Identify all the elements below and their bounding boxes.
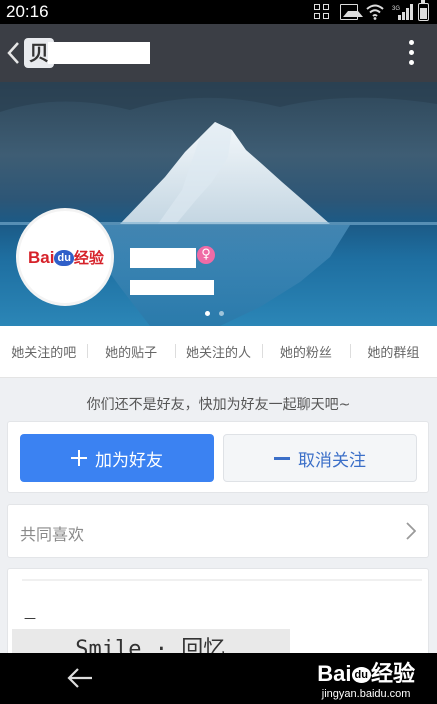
tab-followed-bars[interactable]: 她关注的吧 xyxy=(0,342,87,361)
signal-icon: 3G xyxy=(392,4,413,20)
wifi-icon xyxy=(366,4,384,20)
watermark-cn: 经验 xyxy=(370,661,415,686)
logo-cn: 经验 xyxy=(73,250,104,267)
image-icon xyxy=(340,4,363,20)
friend-notice: 你们还不是好友，快加为好友一起聊天吧~ xyxy=(86,397,351,413)
action-card: 加为好友 取消关注 xyxy=(7,421,429,493)
tab-her-posts[interactable]: 她的贴子 xyxy=(87,342,174,361)
baidu-jingyan-watermark: Bai du 经验 jingyan.baidu.com xyxy=(317,656,415,700)
add-friend-label: 加为好友 xyxy=(95,450,163,471)
add-friend-button[interactable]: 加为好友 xyxy=(20,434,214,482)
unfollow-label: 取消关注 xyxy=(298,450,366,471)
watermark-bai: Bai xyxy=(317,661,352,686)
overflow-menu-icon[interactable] xyxy=(409,40,415,66)
carousel-indicator xyxy=(205,311,224,316)
minus-icon xyxy=(274,456,290,460)
paw-icon: du xyxy=(351,667,371,683)
unfollow-button[interactable]: 取消关注 xyxy=(223,434,417,482)
user-name xyxy=(130,248,196,268)
carousel-dot xyxy=(205,311,210,316)
avatar[interactable]: Bai du 经验 xyxy=(16,208,114,306)
baidu-jingyan-logo: Bai du 经验 xyxy=(28,247,104,268)
navigation-bar: Bai du 经验 jingyan.baidu.com xyxy=(0,653,437,704)
logo-du: du xyxy=(54,250,74,266)
watermark-url: jingyan.baidu.com xyxy=(321,688,411,700)
battery-icon xyxy=(418,0,429,21)
network-type-label: 3G xyxy=(392,6,400,12)
profile-content: 你们还不是好友，快加为好友一起聊天吧~ 加为好友 取消关注 共同喜欢 — _Sm… xyxy=(0,378,437,658)
redaction-mask xyxy=(16,581,420,611)
back-chevron-icon[interactable] xyxy=(6,41,20,65)
status-bar: 20:16 3G xyxy=(0,0,437,24)
logo-bai: Bai xyxy=(28,248,55,267)
user-subtitle xyxy=(130,280,214,295)
status-icons: 3G xyxy=(314,0,429,21)
tab-her-fans[interactable]: 她的粉丝 xyxy=(262,342,349,361)
female-icon: ♀ xyxy=(197,246,215,264)
chevron-right-icon xyxy=(406,522,416,540)
profile-tabs: 她关注的吧 她的贴子 她关注的人 她的粉丝 她的群组 xyxy=(0,326,437,378)
screenshot-icon xyxy=(314,4,332,20)
title-bar: 贝 ell小青 xyxy=(0,24,437,82)
plus-icon xyxy=(71,450,87,466)
tab-her-following[interactable]: 她关注的人 xyxy=(174,342,262,361)
carousel-dot xyxy=(219,311,224,316)
watermark-logo: Bai du 经验 xyxy=(317,656,415,688)
page-title: ell小青 xyxy=(48,42,150,64)
post-line-2: — xyxy=(24,611,36,625)
common-likes-row[interactable]: 共同喜欢 xyxy=(7,504,429,558)
status-time: 20:16 xyxy=(6,2,49,21)
tab-her-groups[interactable]: 她的群组 xyxy=(349,342,437,361)
common-likes-label: 共同喜欢 xyxy=(20,525,85,544)
nav-back-icon[interactable] xyxy=(66,666,94,690)
post-preview-card[interactable]: — _Smile · 回忆 xyxy=(7,568,429,658)
